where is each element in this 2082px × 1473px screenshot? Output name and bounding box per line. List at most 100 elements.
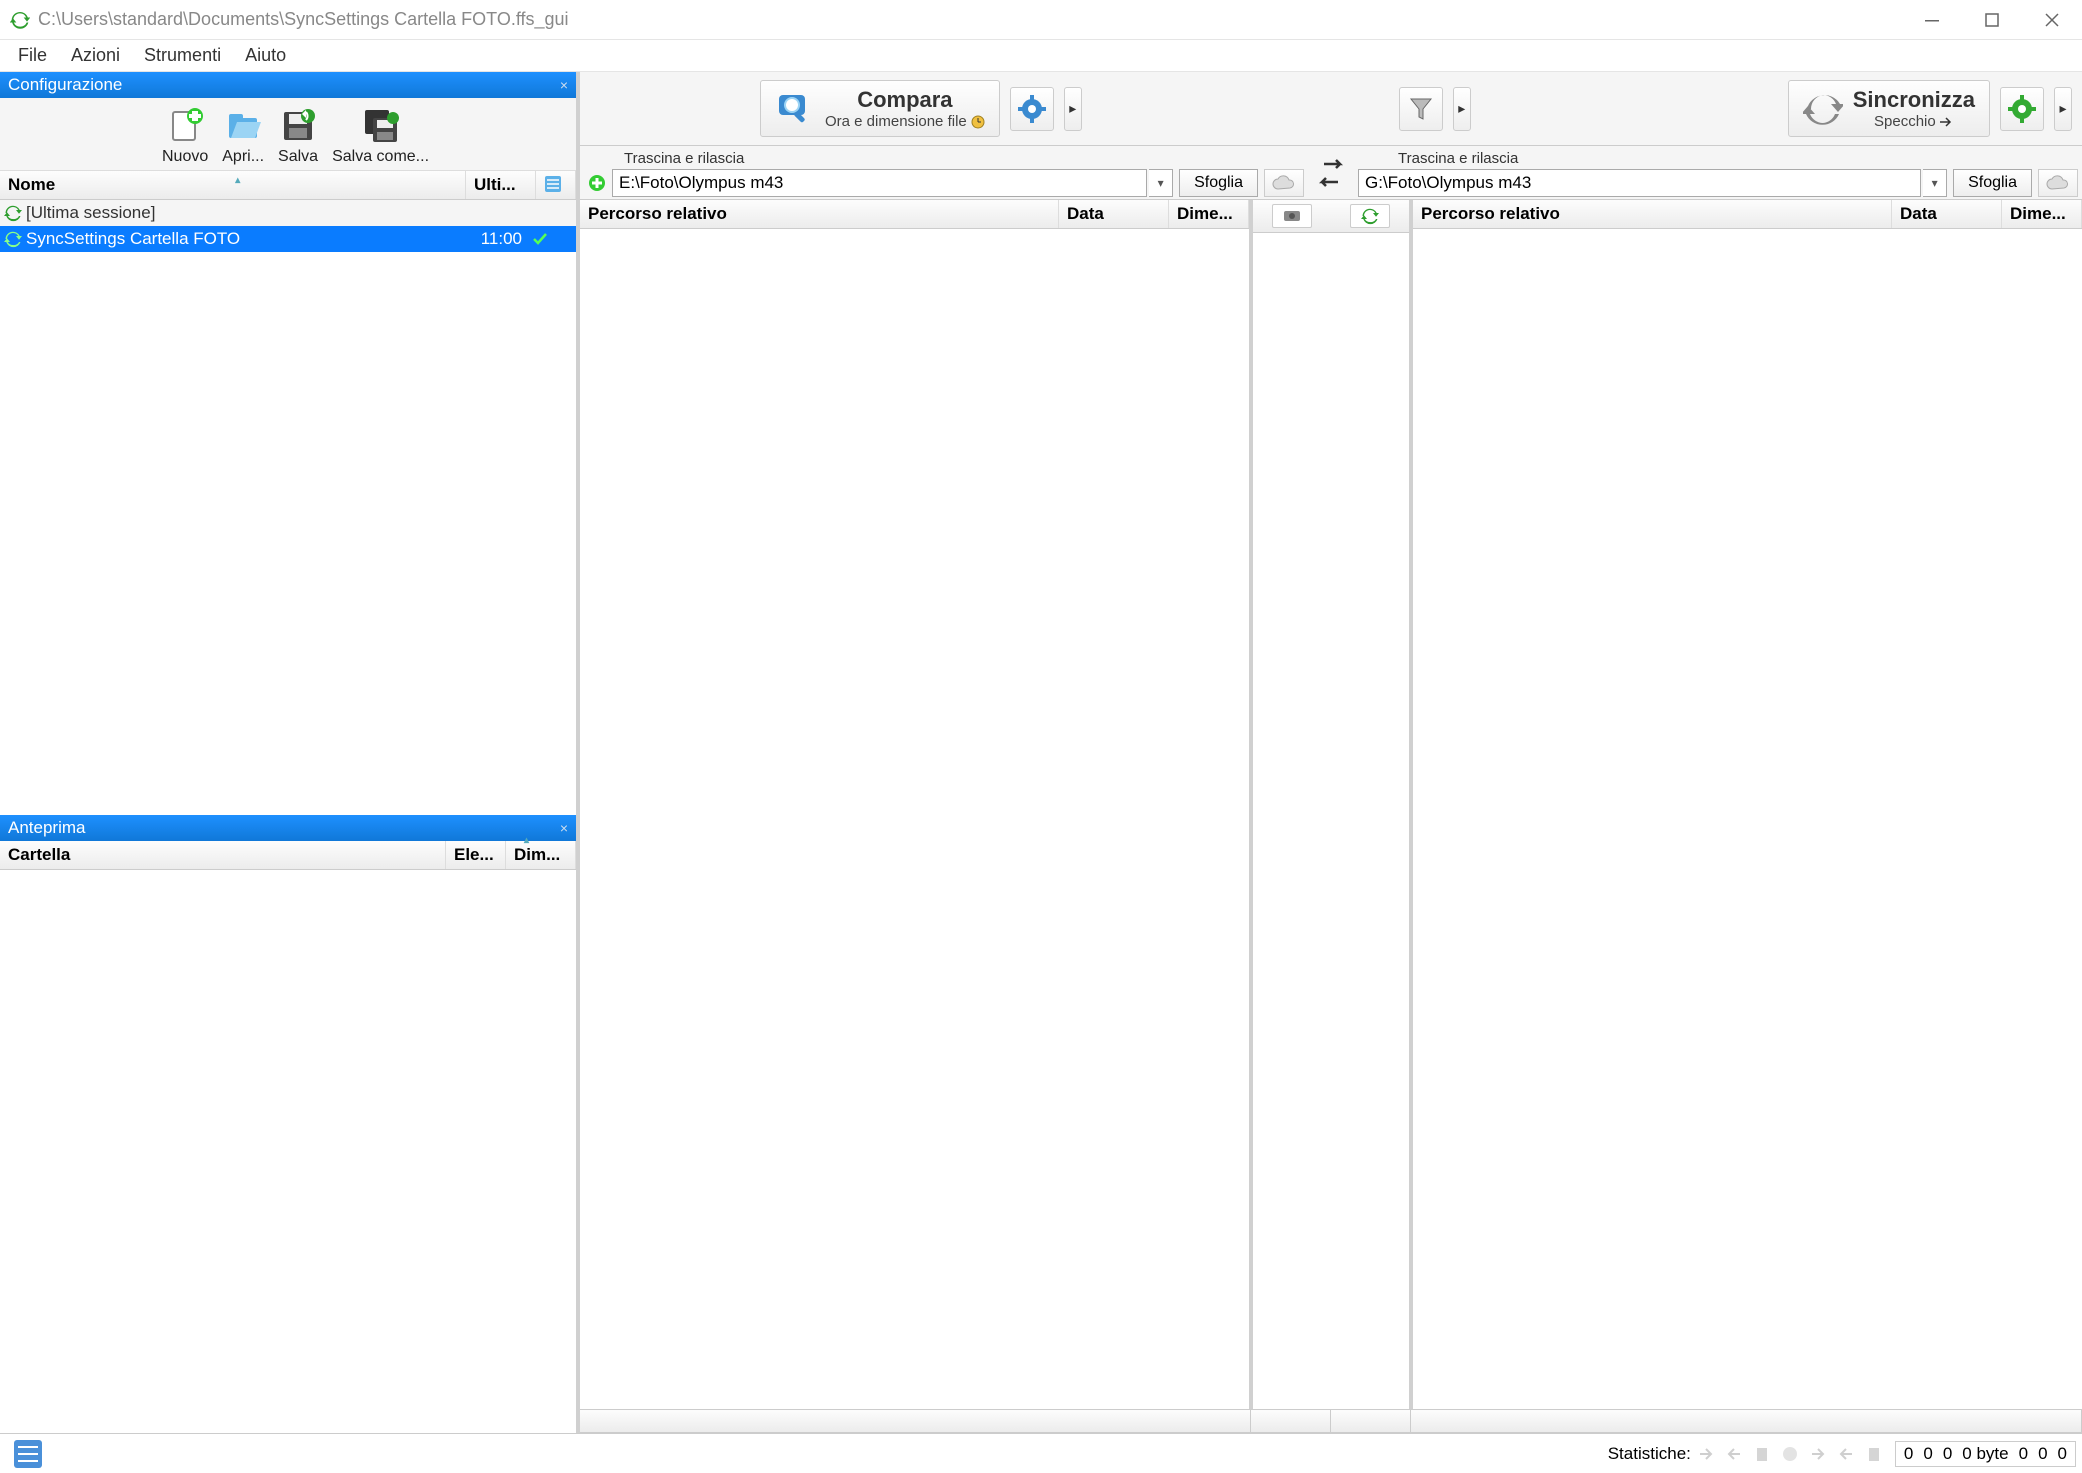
config-row-name: SyncSettings Cartella FOTO	[26, 229, 462, 249]
menu-bar: File Azioni Strumenti Aiuto	[0, 40, 2082, 72]
maximize-button[interactable]	[1962, 0, 2022, 40]
menu-azioni[interactable]: Azioni	[59, 41, 132, 70]
config-toolbar: Nuovo Apri... Salva	[0, 98, 576, 171]
menu-file[interactable]: File	[6, 41, 59, 70]
left-cloud-button[interactable]	[1264, 169, 1304, 197]
compare-button[interactable]: Compara Ora e dimensione file	[760, 80, 1000, 137]
overview-icon[interactable]	[12, 1438, 44, 1470]
filter-button[interactable]	[1399, 87, 1443, 131]
preview-panel-title: Anteprima	[8, 818, 85, 838]
add-pair-button[interactable]	[584, 169, 610, 197]
save-icon	[278, 106, 318, 146]
gear-blue-icon	[1018, 95, 1046, 123]
new-file-icon	[165, 106, 205, 146]
clock-icon	[971, 115, 985, 129]
right-browse-button[interactable]: Sfoglia	[1953, 169, 2032, 197]
category-button[interactable]	[1272, 204, 1312, 228]
right-col-date[interactable]: Data	[1892, 200, 2002, 228]
action-button[interactable]	[1350, 204, 1390, 228]
save-as-button[interactable]: Salva come...	[328, 104, 433, 168]
config-col-icon[interactable]	[536, 171, 576, 199]
preview-body	[0, 870, 576, 1433]
gear-green-icon	[2008, 95, 2036, 123]
save-button-label: Salva	[278, 148, 318, 166]
left-pane: Configurazione × Nuovo Apri...	[0, 72, 580, 1433]
left-grid-body	[580, 229, 1249, 1409]
open-folder-icon	[223, 106, 263, 146]
right-col-size[interactable]: Dime...	[2002, 200, 2082, 228]
close-button[interactable]	[2022, 0, 2082, 40]
new-button[interactable]: Nuovo	[158, 104, 212, 168]
right-col-path[interactable]: Percorso relativo	[1413, 200, 1892, 228]
config-panel-close-icon[interactable]: ×	[560, 77, 568, 93]
save-as-icon	[361, 106, 401, 146]
funnel-icon	[1407, 95, 1435, 123]
right-path-dropdown[interactable]: ▾	[1923, 169, 1947, 197]
right-path-input[interactable]	[1358, 169, 1921, 197]
right-grid-body	[1413, 229, 2082, 1409]
sync-settings-button[interactable]	[2000, 87, 2044, 131]
compare-settings-button[interactable]	[1010, 87, 1054, 131]
preview-col-folder[interactable]: Cartella	[0, 841, 446, 869]
sort-indicator-icon: ▴	[235, 175, 240, 186]
stat-v6: 0	[2058, 1444, 2067, 1464]
config-list: [Ultima sessione] SyncSettings Cartella …	[0, 200, 576, 252]
left-drag-label: Trascina e rilascia	[584, 148, 1304, 169]
minimize-button[interactable]	[1902, 0, 1962, 40]
preview-panel-header: Anteprima ×	[0, 815, 576, 841]
checkmark-icon	[532, 231, 572, 247]
stat-v1: 0	[1904, 1444, 1913, 1464]
arrow-right-icon	[1940, 117, 1954, 127]
stat-v5: 0	[2038, 1444, 2047, 1464]
menu-strumenti[interactable]: Strumenti	[132, 41, 233, 70]
left-col-path[interactable]: Percorso relativo	[580, 200, 1059, 228]
config-row-selected[interactable]: SyncSettings Cartella FOTO 11:00	[0, 226, 576, 252]
sync-arrows-icon	[1803, 89, 1843, 129]
magnifier-icon	[775, 89, 815, 129]
compare-dropdown-button[interactable]: ▸	[1064, 87, 1082, 131]
open-button[interactable]: Apri...	[218, 104, 268, 168]
compare-subtitle: Ora e dimensione file	[825, 113, 967, 130]
save-button[interactable]: Salva	[274, 104, 322, 168]
stat-bytes: 0 byte	[1962, 1444, 2008, 1464]
action-bar: Compara Ora e dimensione file ▸ ▸	[580, 72, 2082, 146]
left-path-dropdown[interactable]: ▾	[1149, 169, 1173, 197]
left-col-size[interactable]: Dime...	[1169, 200, 1249, 228]
status-bar: Statistiche: 0 0 0 0 byte 0 0 0	[0, 1433, 2082, 1473]
left-browse-button[interactable]: Sfoglia	[1179, 169, 1258, 197]
save-as-button-label: Salva come...	[332, 148, 429, 166]
config-row-last-session[interactable]: [Ultima sessione]	[0, 200, 576, 226]
preview-col-size[interactable]: Dim...	[506, 841, 576, 869]
left-grid: Percorso relativo Data Dime...	[580, 200, 1253, 1409]
filter-dropdown-button[interactable]: ▸	[1453, 87, 1471, 131]
menu-aiuto[interactable]: Aiuto	[233, 41, 298, 70]
preview-columns: Cartella Ele... Dim...	[0, 841, 576, 870]
config-col-name[interactable]: Nome▴	[0, 171, 466, 199]
preview-col-elements[interactable]: Ele...	[446, 841, 506, 869]
swap-button[interactable]	[1308, 156, 1354, 190]
preview-panel-close-icon[interactable]: ×	[560, 820, 568, 836]
config-row-name: [Ultima sessione]	[26, 203, 572, 223]
middle-grid	[1253, 200, 1413, 1409]
stat-icon-2	[1725, 1445, 1743, 1463]
right-cloud-button[interactable]	[2038, 169, 2078, 197]
stat-icon-4	[1781, 1445, 1799, 1463]
left-col-date[interactable]: Data	[1059, 200, 1169, 228]
new-button-label: Nuovo	[162, 148, 208, 166]
stat-icon-6	[1837, 1445, 1855, 1463]
stat-v4: 0	[2019, 1444, 2028, 1464]
bottom-strip	[580, 1409, 2082, 1433]
config-list-body	[0, 252, 576, 815]
left-path-input[interactable]	[612, 169, 1147, 197]
config-col-last[interactable]: Ulti...	[466, 171, 536, 199]
sync-subtitle: Specchio	[1874, 113, 1936, 130]
config-panel-title: Configurazione	[8, 75, 122, 95]
sync-dropdown-button[interactable]: ▸	[2054, 87, 2072, 131]
sync-icon	[4, 204, 22, 222]
sync-button[interactable]: Sincronizza Specchio	[1788, 80, 1990, 137]
window-title: C:\Users\standard\Documents\SyncSettings…	[38, 9, 569, 30]
config-panel-header: Configurazione ×	[0, 72, 576, 98]
stat-icon-7	[1865, 1445, 1883, 1463]
left-path-side: Trascina e rilascia ▾ Sfoglia	[580, 146, 1308, 199]
stat-v3: 0	[1943, 1444, 1952, 1464]
